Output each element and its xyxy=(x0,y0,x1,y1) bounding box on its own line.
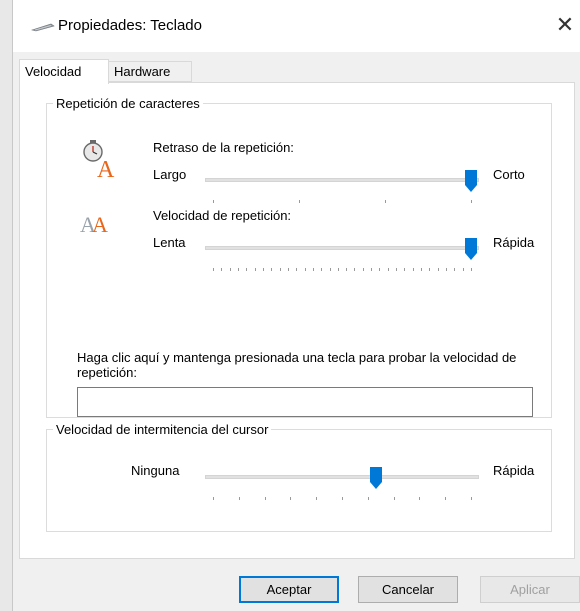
rate-label: Velocidad de repetición: xyxy=(153,208,292,223)
slider-tick xyxy=(471,200,472,203)
slider-tick xyxy=(446,268,448,271)
cursor-blink-slider[interactable] xyxy=(205,467,479,507)
delay-slider[interactable] xyxy=(205,170,479,210)
tab-velocidad[interactable]: Velocidad xyxy=(19,59,109,84)
slider-tick xyxy=(237,268,239,271)
slider-tick xyxy=(429,268,431,271)
slider-tick xyxy=(342,497,343,500)
slider-tick xyxy=(471,497,472,500)
slider-tick xyxy=(404,268,406,271)
slider-tick xyxy=(471,268,472,271)
tab-panel-velocidad: Repetición de caracteres A Retraso de la… xyxy=(19,82,575,559)
slider-tick xyxy=(279,268,281,271)
slider-tick xyxy=(264,497,266,500)
slider-tick xyxy=(304,268,306,271)
blink-slider-track xyxy=(205,475,479,479)
char-repeat-group-title: Repetición de caracteres xyxy=(56,96,200,111)
cursor-blink-group-title: Velocidad de intermitencia del cursor xyxy=(56,422,269,437)
slider-tick xyxy=(337,268,339,271)
title-bar[interactable]: Propiedades: Teclado ✕ xyxy=(13,0,580,52)
apply-button[interactable]: Aplicar xyxy=(480,576,580,603)
slider-tick xyxy=(312,268,314,271)
slider-tick xyxy=(346,268,348,271)
slider-tick xyxy=(262,268,264,271)
slider-tick xyxy=(213,268,214,271)
slider-tick xyxy=(254,268,256,271)
test-prompt: Haga clic aquí y mantenga presionada una… xyxy=(77,350,517,380)
slider-tick xyxy=(329,268,331,271)
repeat-test-input[interactable] xyxy=(77,387,533,417)
double-letter-a-icon: A A xyxy=(80,212,108,237)
rate-slider-ticks xyxy=(205,268,479,274)
slider-tick xyxy=(387,268,389,271)
slider-tick xyxy=(367,497,369,500)
slider-tick xyxy=(229,268,231,271)
slider-tick xyxy=(437,268,439,271)
slider-tick xyxy=(221,268,223,271)
delay-max-label: Corto xyxy=(493,167,525,182)
clock-letter-a-icon: A xyxy=(83,140,115,180)
slider-tick xyxy=(287,268,289,271)
keyboard-properties-window: Propiedades: Teclado ✕ Velocidad Hardwar… xyxy=(12,0,580,611)
blink-slider-ticks xyxy=(205,497,479,503)
slider-tick xyxy=(445,497,447,500)
rate-slider-thumb[interactable] xyxy=(465,238,477,260)
slider-tick xyxy=(362,268,364,271)
blink-slider-thumb[interactable] xyxy=(369,467,382,489)
slider-tick xyxy=(454,268,456,271)
slider-tick xyxy=(213,200,214,203)
slider-tick xyxy=(419,497,421,500)
ok-button[interactable]: Aceptar xyxy=(239,576,339,603)
slider-tick xyxy=(371,268,373,271)
slider-tick xyxy=(412,268,414,271)
blink-min-label: Ninguna xyxy=(131,463,180,478)
slider-tick xyxy=(213,497,214,500)
slider-tick xyxy=(385,200,386,203)
slider-tick xyxy=(290,497,292,500)
rate-slider-track xyxy=(205,246,479,250)
slider-tick xyxy=(354,268,356,271)
slider-tick xyxy=(246,268,248,271)
rate-min-label: Lenta xyxy=(153,235,186,250)
slider-tick xyxy=(379,268,381,271)
slider-tick xyxy=(299,200,300,203)
svg-text:A: A xyxy=(92,212,108,237)
cursor-blink-group: Velocidad de intermitencia del cursor Ni… xyxy=(46,422,552,532)
blink-max-label: Rápida xyxy=(493,463,535,478)
slider-tick xyxy=(296,268,298,271)
slider-tick xyxy=(421,268,423,271)
keyboard-icon xyxy=(31,23,55,32)
cancel-button[interactable]: Cancelar xyxy=(358,576,458,603)
slider-tick xyxy=(316,497,318,500)
rate-max-label: Rápida xyxy=(493,235,535,250)
slider-tick xyxy=(396,268,398,271)
svg-text:A: A xyxy=(97,157,115,180)
slider-tick xyxy=(238,497,240,500)
slider-tick xyxy=(321,268,323,271)
close-button[interactable]: ✕ xyxy=(550,10,580,40)
delay-slider-thumb[interactable] xyxy=(465,170,477,192)
slider-tick xyxy=(462,268,464,271)
delay-slider-track xyxy=(205,178,479,182)
window-title: Propiedades: Teclado xyxy=(58,17,202,34)
slider-tick xyxy=(393,497,395,500)
delay-label: Retraso de la repetición: xyxy=(153,140,294,155)
rate-slider[interactable] xyxy=(205,238,479,278)
tab-hardware[interactable]: Hardware xyxy=(108,61,192,82)
char-repeat-group: Repetición de caracteres A Retraso de la… xyxy=(46,96,552,418)
delay-min-label: Largo xyxy=(153,167,187,182)
delay-slider-ticks xyxy=(205,200,479,206)
slider-tick xyxy=(271,268,273,271)
